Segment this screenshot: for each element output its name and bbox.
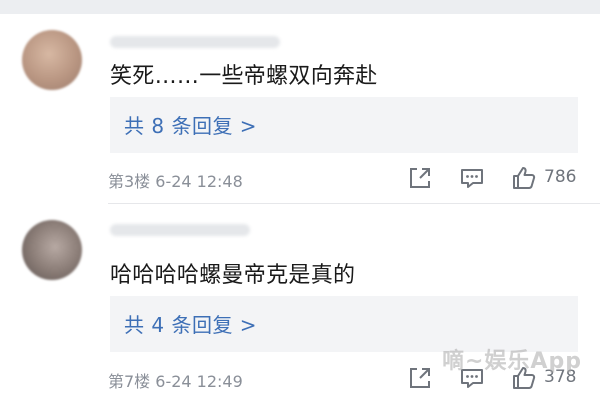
like-count: 786 [544, 167, 577, 187]
comment-text: 笑死……一些帝螺双向奔赴 [110, 64, 378, 89]
watermark: 嘀~娱乐App [442, 349, 582, 374]
username-blurred[interactable] [110, 36, 280, 48]
avatar[interactable] [22, 220, 82, 280]
comment-divider [108, 203, 600, 204]
floor-timestamp: 第7楼 6-24 12:49 [108, 372, 243, 391]
previous-comment-edge [0, 0, 600, 14]
share-icon[interactable] [406, 364, 434, 392]
thumbs-up-icon[interactable] [510, 164, 538, 192]
comment-text: 哈哈哈哈螺曼帝克是真的 [110, 263, 356, 288]
avatar[interactable] [22, 30, 82, 90]
view-replies-link[interactable]: 共 8 条回复 > [124, 110, 257, 139]
comment-meta-row: 第3楼 6-24 12:48 786 [108, 164, 580, 192]
reply-summary-box[interactable]: 共 8 条回复 > [110, 97, 578, 153]
view-replies-link[interactable]: 共 4 条回复 > [124, 309, 257, 338]
floor-timestamp: 第3楼 6-24 12:48 [108, 172, 243, 191]
username-blurred[interactable] [110, 224, 250, 236]
share-icon[interactable] [406, 164, 434, 192]
comment-icon[interactable] [458, 164, 486, 192]
